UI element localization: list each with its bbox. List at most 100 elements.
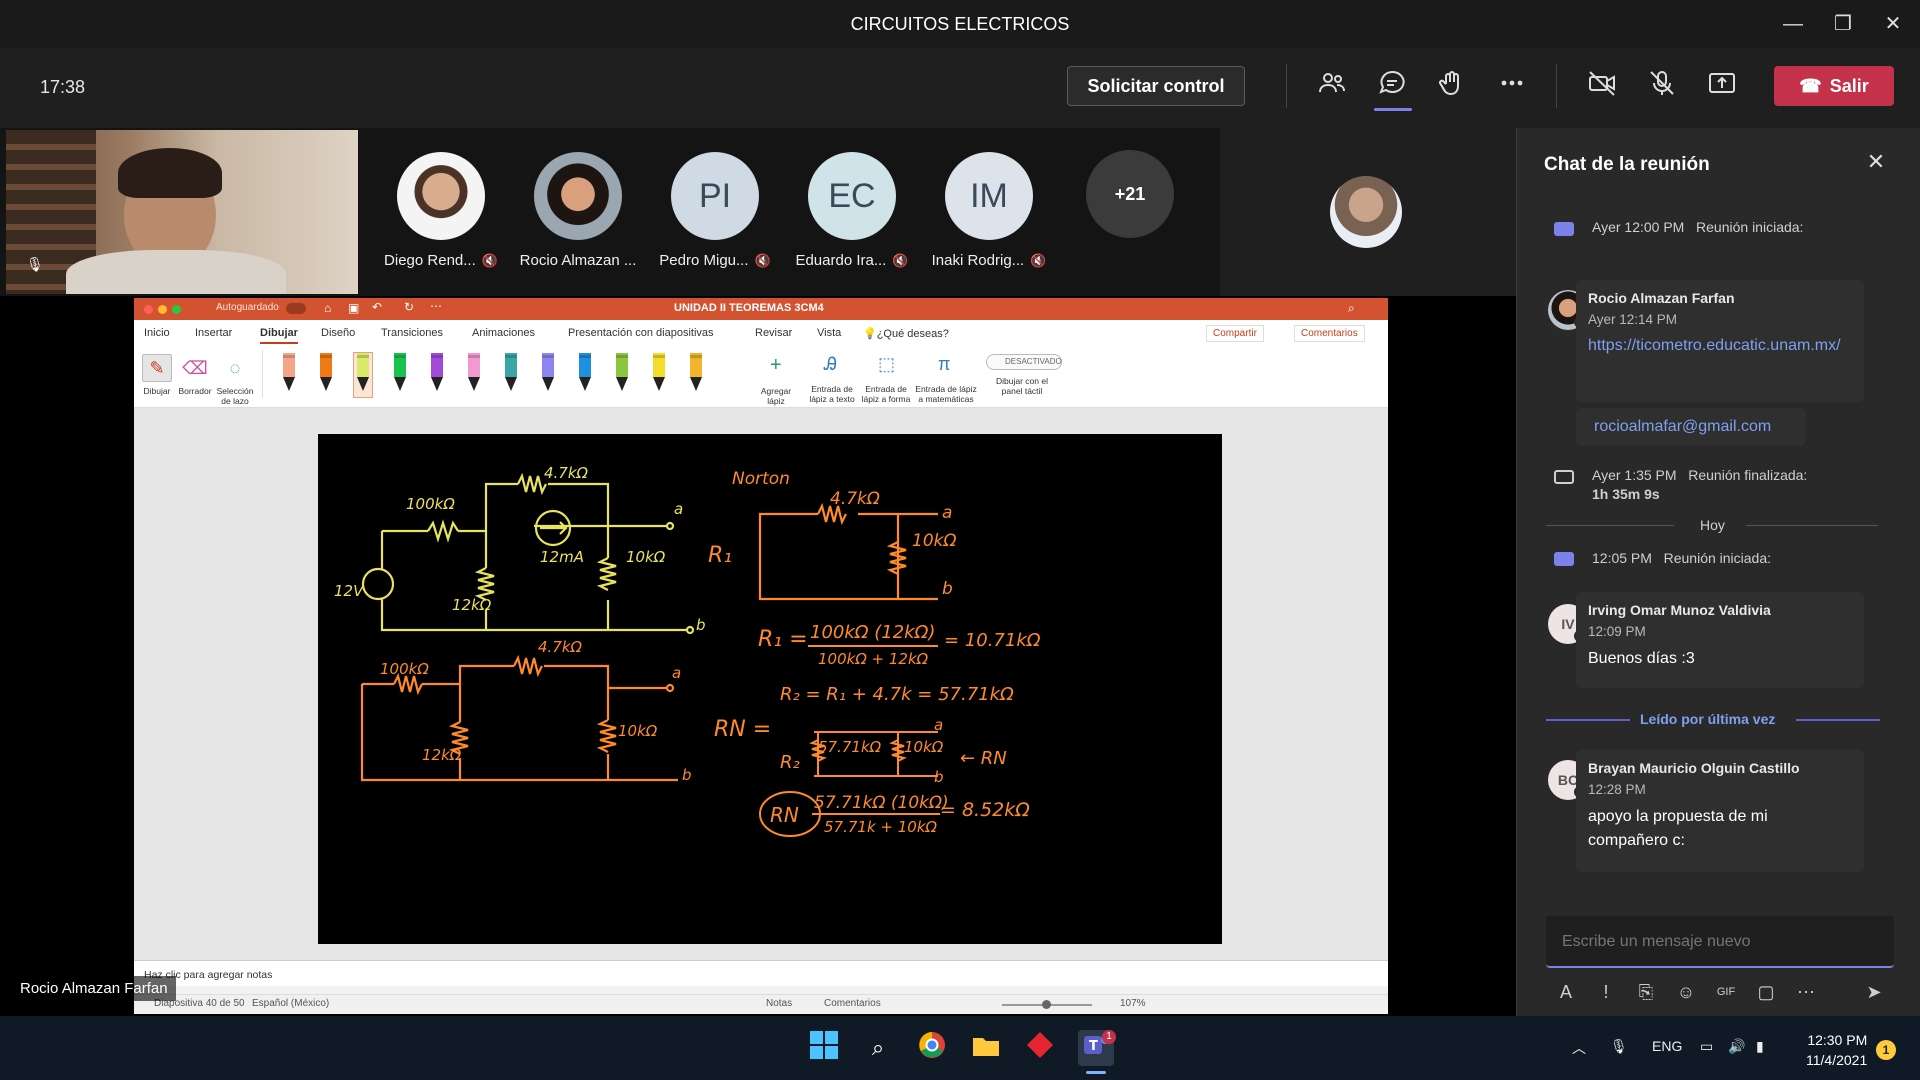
close-chat-icon[interactable]: ✕ — [1864, 150, 1888, 174]
request-control-button[interactable]: Solicitar control — [1067, 66, 1245, 106]
participant-eduardo[interactable]: EC Eduardo Ira... 🔇 — [787, 152, 917, 269]
zoom-level[interactable]: 107% — [1120, 998, 1146, 1009]
autosave-toggle[interactable] — [286, 303, 306, 314]
leave-button[interactable]: ☎ Salir — [1774, 66, 1894, 106]
network-icon[interactable]: ▭ — [1700, 1038, 1713, 1055]
participant-diego[interactable]: Diego Rend... 🔇 — [376, 152, 506, 269]
pen-swatch[interactable] — [391, 353, 409, 397]
minimize-button[interactable]: — — [1776, 10, 1810, 38]
app-red-icon[interactable] — [1022, 1030, 1058, 1066]
ink-to-text-icon[interactable]: Ꭿ — [824, 354, 837, 375]
system-time: Ayer 1:35 PM — [1592, 467, 1677, 483]
people-icon[interactable] — [1314, 68, 1350, 104]
notes-toggle[interactable]: Notas — [766, 998, 792, 1009]
battery-icon[interactable]: ▮ — [1756, 1038, 1764, 1055]
tab-dibujar[interactable]: Dibujar — [260, 327, 298, 344]
eraser-icon[interactable]: ⌫ — [180, 354, 210, 382]
tab-presentacion[interactable]: Presentación con diapositivas — [568, 327, 714, 339]
language-status[interactable]: Español (México) — [252, 998, 329, 1009]
share-button[interactable]: Compartir — [1206, 325, 1264, 342]
notes-pane[interactable] — [134, 960, 1388, 986]
restore-button[interactable]: ❐ — [1826, 10, 1860, 38]
home-icon[interactable]: ⌂ — [324, 301, 331, 315]
tab-vista[interactable]: Vista — [817, 327, 841, 339]
more-participants-button[interactable]: +21 — [1086, 150, 1174, 238]
eq1-result: = 10.71kΩ — [944, 630, 1041, 651]
tab-inicio[interactable]: Inicio — [144, 327, 170, 339]
microphone-tray-icon[interactable]: 🎙 — [1610, 1038, 1628, 1055]
draw-tool-icon[interactable]: ✎ — [142, 354, 172, 382]
more-options-icon[interactable] — [1494, 68, 1530, 104]
participant-rocio[interactable]: Rocio Almazan ... — [513, 152, 643, 269]
format-icon[interactable]: A — [1552, 978, 1580, 1006]
tell-me-search[interactable]: 💡¿Qué deseas? — [863, 327, 949, 340]
raise-hand-icon[interactable] — [1434, 68, 1470, 104]
tab-insertar[interactable]: Insertar — [195, 327, 232, 339]
pen-swatch[interactable] — [353, 352, 373, 398]
message-text: Buenos días :3 — [1588, 650, 1695, 667]
tab-animaciones[interactable]: Animaciones — [472, 327, 535, 339]
mac-zoom-button[interactable] — [172, 305, 181, 314]
camera-off-icon[interactable] — [1584, 68, 1620, 104]
pen-swatch[interactable] — [280, 353, 298, 397]
priority-icon[interactable]: ! — [1592, 978, 1620, 1006]
slide-canvas[interactable]: 100kΩ 4.7kΩ 12kΩ 10kΩ 12V 12mA a b Norto… — [318, 434, 1222, 944]
pen-swatch[interactable] — [539, 353, 557, 397]
norton-node-a: a — [942, 503, 952, 523]
touch-toggle[interactable]: DESACTIVADO — [986, 354, 1062, 370]
pen-swatch[interactable] — [465, 353, 483, 397]
attach-icon[interactable]: ⎘ — [1632, 978, 1660, 1006]
mac-close-button[interactable] — [144, 305, 153, 314]
message-email-link[interactable]: rocioalmafar@gmail.com — [1594, 414, 1788, 440]
pen-swatch[interactable] — [317, 353, 335, 397]
add-pen-label: Agregar lápiz — [760, 386, 792, 406]
chat-icon[interactable] — [1374, 68, 1410, 104]
pen-swatch[interactable] — [687, 353, 705, 397]
gif-icon[interactable]: GIF — [1712, 978, 1740, 1006]
mac-minimize-button[interactable] — [158, 305, 167, 314]
tray-clock[interactable]: 12:30 PM 11/4/2021 — [1806, 1030, 1867, 1070]
more-icon[interactable]: ⋯ — [430, 299, 442, 313]
search-icon[interactable]: ⌕ — [1348, 301, 1355, 316]
message-input[interactable] — [1562, 930, 1882, 954]
search-icon[interactable]: ⌕ — [860, 1030, 896, 1066]
more-compose-icon[interactable]: ⋯ — [1792, 978, 1820, 1006]
pen-swatch[interactable] — [502, 353, 520, 397]
volume-icon[interactable]: 🔊 — [1728, 1038, 1745, 1055]
comments-toggle[interactable]: Comentarios — [824, 998, 881, 1009]
zoom-slider-thumb[interactable] — [1042, 1000, 1051, 1009]
share-screen-icon[interactable] — [1704, 68, 1740, 104]
language-indicator[interactable]: ENG — [1652, 1038, 1682, 1054]
send-icon[interactable]: ➤ — [1860, 978, 1888, 1006]
participant-inaki[interactable]: IM Inaki Rodrig... 🔇 — [924, 152, 1054, 269]
bottom-r1-label: 100kΩ — [380, 660, 429, 678]
ink-to-shape-icon[interactable]: ⬚ — [878, 354, 895, 375]
message-link[interactable]: https://ticometro.educatic.unam.mx/ — [1588, 333, 1852, 359]
add-pen-icon[interactable]: + — [770, 354, 782, 377]
pen-swatch[interactable] — [613, 353, 631, 397]
sticker-icon[interactable]: ▢ — [1752, 978, 1780, 1006]
tray-chevron-icon[interactable]: ︿ — [1572, 1038, 1586, 1058]
mic-off-icon: 🔇 — [754, 253, 771, 268]
mic-off-icon[interactable] — [1644, 68, 1680, 104]
participant-pedro[interactable]: PI Pedro Migu... 🔇 — [650, 152, 780, 269]
windows-start-icon[interactable] — [806, 1030, 842, 1066]
undo-icon[interactable]: ↶ — [372, 300, 382, 314]
tab-diseno[interactable]: Diseño — [321, 327, 355, 339]
tab-revisar[interactable]: Revisar — [755, 327, 792, 339]
ink-to-math-icon[interactable]: π — [938, 354, 950, 375]
close-window-button[interactable]: ✕ — [1876, 10, 1910, 38]
file-explorer-icon[interactable] — [968, 1030, 1004, 1066]
notification-badge[interactable]: 1 — [1876, 1040, 1896, 1060]
pen-swatch[interactable] — [428, 353, 446, 397]
tab-transiciones[interactable]: Transiciones — [381, 327, 443, 339]
comments-button[interactable]: Comentarios — [1294, 325, 1365, 342]
save-icon[interactable]: ▣ — [348, 301, 359, 315]
redo-icon[interactable]: ↻ — [404, 300, 414, 314]
emoji-icon[interactable]: ☺ — [1672, 978, 1700, 1006]
lasso-icon[interactable]: ◌ — [220, 354, 250, 382]
chrome-icon[interactable] — [914, 1030, 950, 1066]
pen-swatch[interactable] — [650, 353, 668, 397]
video-tile-presenter[interactable]: 🎙 — [6, 130, 358, 294]
pen-swatch[interactable] — [576, 353, 594, 397]
